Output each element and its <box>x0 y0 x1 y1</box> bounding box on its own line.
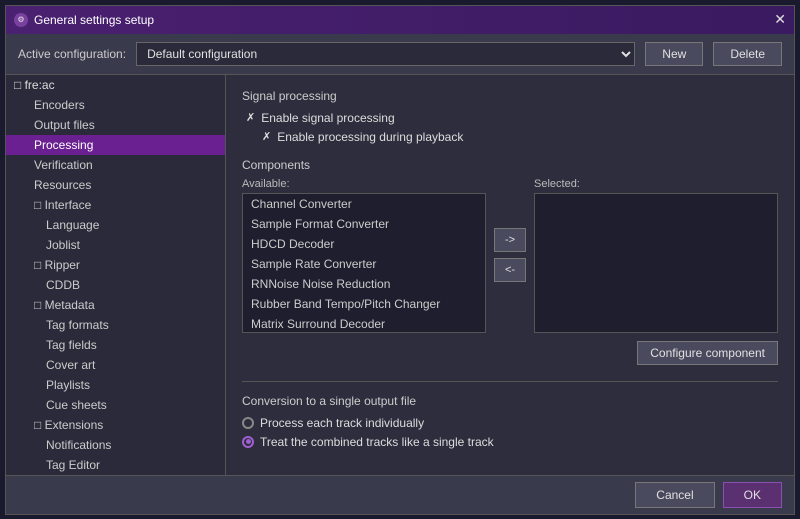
add-arrow-button[interactable]: -> <box>494 228 526 252</box>
content-panel: Signal processing ✗ Enable signal proces… <box>226 75 794 475</box>
enable-signal-label: Enable signal processing <box>261 111 394 125</box>
list-item[interactable]: HDCD Decoder <box>243 234 485 254</box>
ok-button[interactable]: OK <box>723 482 782 508</box>
arrow-buttons: -> <- <box>494 228 526 282</box>
configure-component-button[interactable]: Configure component <box>637 341 778 365</box>
sidebar-item-ripper[interactable]: □ Ripper <box>6 255 225 275</box>
main-content: □ fre:ac Encoders Output files Processin… <box>6 75 794 475</box>
components-section: Components Available: Channel Converter … <box>242 158 778 365</box>
cancel-button[interactable]: Cancel <box>635 482 714 508</box>
main-window: ⚙ General settings setup ✕ Active config… <box>5 5 795 515</box>
list-item[interactable]: RNNoise Noise Reduction <box>243 274 485 294</box>
available-panel: Available: Channel Converter Sample Form… <box>242 178 486 333</box>
radio-label-1: Process each track individually <box>260 416 424 430</box>
sidebar-item-tag-formats[interactable]: Tag formats <box>6 315 225 335</box>
radio-label-2: Treat the combined tracks like a single … <box>260 435 494 449</box>
list-item[interactable]: Sample Rate Converter <box>243 254 485 274</box>
sidebar-item-verification[interactable]: Verification <box>6 155 225 175</box>
enable-signal-check[interactable]: ✗ <box>246 111 255 124</box>
sidebar-item-freac[interactable]: □ fre:ac <box>6 75 225 95</box>
sidebar-item-interface[interactable]: □ Interface <box>6 195 225 215</box>
app-icon: ⚙ <box>14 13 28 27</box>
config-select[interactable]: Default configuration <box>136 42 635 66</box>
sidebar-item-notifications[interactable]: Notifications <box>6 435 225 455</box>
enable-signal-row: ✗ Enable signal processing <box>242 111 778 125</box>
configure-btn-row: Configure component <box>242 341 778 365</box>
sidebar-item-cue-sheets[interactable]: Cue sheets <box>6 395 225 415</box>
new-button[interactable]: New <box>645 42 703 66</box>
sidebar-item-language[interactable]: Language <box>6 215 225 235</box>
components-title: Components <box>242 158 778 172</box>
config-label: Active configuration: <box>18 47 126 61</box>
selected-list[interactable] <box>534 193 778 333</box>
sidebar-item-cddb[interactable]: CDDB <box>6 275 225 295</box>
conversion-section: Conversion to a single output file Proce… <box>242 381 778 449</box>
enable-playback-row: ✗ Enable processing during playback <box>242 130 778 144</box>
list-item[interactable]: Rubber Band Tempo/Pitch Changer <box>243 294 485 314</box>
available-label: Available: <box>242 178 486 190</box>
config-bar: Active configuration: Default configurat… <box>6 34 794 75</box>
sidebar-item-extensions[interactable]: □ Extensions <box>6 415 225 435</box>
enable-playback-check[interactable]: ✗ <box>262 130 271 143</box>
title-bar: ⚙ General settings setup ✕ <box>6 6 794 34</box>
sidebar-item-resources[interactable]: Resources <box>6 175 225 195</box>
conversion-title: Conversion to a single output file <box>242 394 778 408</box>
radio-row-2: Treat the combined tracks like a single … <box>242 435 778 449</box>
list-item[interactable]: Channel Converter <box>243 194 485 214</box>
radio-row-1: Process each track individually <box>242 416 778 430</box>
sidebar: □ fre:ac Encoders Output files Processin… <box>6 75 226 475</box>
components-row: Available: Channel Converter Sample Form… <box>242 178 778 333</box>
delete-button[interactable]: Delete <box>713 42 782 66</box>
remove-arrow-button[interactable]: <- <box>494 258 526 282</box>
sidebar-item-cover-art[interactable]: Cover art <box>6 355 225 375</box>
sidebar-item-joblist[interactable]: Joblist <box>6 235 225 255</box>
selected-label: Selected: <box>534 178 778 190</box>
list-item[interactable]: Matrix Surround Decoder <box>243 314 485 333</box>
enable-playback-label: Enable processing during playback <box>277 130 463 144</box>
radio-option2[interactable] <box>242 436 254 448</box>
selected-panel: Selected: <box>534 178 778 333</box>
sidebar-item-tag-editor[interactable]: Tag Editor <box>6 455 225 475</box>
sidebar-item-playlists[interactable]: Playlists <box>6 375 225 395</box>
available-list[interactable]: Channel Converter Sample Format Converte… <box>242 193 486 333</box>
signal-processing-title: Signal processing <box>242 89 778 103</box>
sidebar-item-metadata[interactable]: □ Metadata <box>6 295 225 315</box>
sidebar-item-output-files[interactable]: Output files <box>6 115 225 135</box>
sidebar-item-encoders[interactable]: Encoders <box>6 95 225 115</box>
close-button[interactable]: ✕ <box>774 11 786 28</box>
window-title: General settings setup <box>34 13 154 27</box>
sidebar-item-tag-fields[interactable]: Tag fields <box>6 335 225 355</box>
bottom-bar: Cancel OK <box>6 475 794 514</box>
list-item[interactable]: Sample Format Converter <box>243 214 485 234</box>
sidebar-item-processing[interactable]: Processing <box>6 135 225 155</box>
radio-option1[interactable] <box>242 417 254 429</box>
